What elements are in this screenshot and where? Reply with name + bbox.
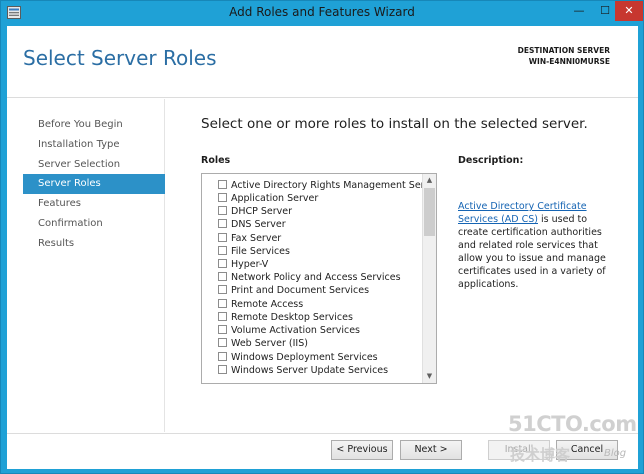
scroll-down-arrow-icon[interactable]: ▼ [423, 370, 436, 383]
nav-item-installation-type[interactable]: Installation Type [23, 135, 165, 155]
role-item-dhcp-server[interactable]: DHCP Server [218, 205, 422, 218]
previous-button[interactable]: < Previous [331, 440, 393, 460]
nav-item-confirmation[interactable]: Confirmation [23, 214, 165, 234]
close-button[interactable]: ✕ [615, 1, 643, 21]
role-checkbox[interactable] [218, 365, 227, 374]
role-checkbox[interactable] [218, 193, 227, 202]
destination-server-value: WIN-E4NNI0MURSE [528, 57, 610, 66]
role-checkbox[interactable] [218, 206, 227, 215]
role-item-web-server-iis[interactable]: Web Server (IIS) [218, 337, 422, 350]
roles-list-items: Active Directory Rights Management Servi… [202, 174, 422, 383]
nav-item-server-selection[interactable]: Server Selection [23, 155, 165, 175]
role-item-application-server[interactable]: Application Server [218, 192, 422, 205]
nav-item-features[interactable]: Features [23, 194, 165, 214]
wizard-footer: < Previous Next > Install Cancel [7, 433, 638, 469]
role-item-fax-server[interactable]: Fax Server [218, 232, 422, 245]
role-label: File Services [231, 246, 290, 257]
role-checkbox[interactable] [218, 246, 227, 255]
nav-item-before-you-begin[interactable]: Before You Begin [23, 115, 165, 135]
role-checkbox[interactable] [218, 352, 227, 361]
page-title: Select Server Roles [23, 46, 217, 70]
role-checkbox[interactable] [218, 272, 227, 281]
role-label: DHCP Server [231, 206, 292, 217]
role-label: Windows Server Update Services [231, 365, 389, 376]
role-label: Web Server (IIS) [231, 338, 308, 349]
role-checkbox[interactable] [218, 180, 227, 189]
role-item-dns-server[interactable]: DNS Server [218, 218, 422, 231]
window-title: Add Roles and Features Wizard [229, 5, 415, 19]
role-checkbox[interactable] [218, 299, 227, 308]
nav-item-server-roles[interactable]: Server Roles [23, 174, 165, 194]
role-label: Application Server [231, 193, 319, 204]
next-button[interactable]: Next > [400, 440, 462, 460]
role-label: Print and Document Services [231, 285, 370, 296]
role-checkbox[interactable] [218, 219, 227, 228]
role-item-volume-activation[interactable]: Volume Activation Services [218, 324, 422, 337]
title-bar[interactable]: Add Roles and Features Wizard — ☐ ✕ [1, 1, 643, 25]
role-item-remote-desktop[interactable]: Remote Desktop Services [218, 311, 422, 324]
wizard-client-area: Select Server Roles DESTINATION SERVER W… [7, 26, 638, 469]
role-label: Remote Access [231, 299, 304, 310]
instruction-heading: Select one or more roles to install on t… [201, 116, 588, 132]
role-label: Windows Deployment Services [231, 352, 378, 363]
wizard-window: Add Roles and Features Wizard — ☐ ✕ Sele… [0, 0, 644, 474]
role-label: Hyper-V [231, 259, 269, 270]
role-label: Fax Server [231, 233, 282, 244]
role-label: DNS Server [231, 219, 286, 230]
role-item-print-document[interactable]: Print and Document Services [218, 284, 422, 297]
role-checkbox[interactable] [218, 312, 227, 321]
roles-list-scrollbar[interactable]: ▲ ▼ [422, 174, 436, 383]
minimize-button[interactable]: — [566, 1, 592, 21]
cancel-button[interactable]: Cancel [556, 440, 618, 460]
scroll-up-arrow-icon[interactable]: ▲ [423, 174, 436, 187]
role-checkbox[interactable] [218, 338, 227, 347]
role-item-wsus[interactable]: Windows Server Update Services [218, 364, 422, 377]
role-item-hyper-v[interactable]: Hyper-V [218, 258, 422, 271]
role-checkbox[interactable] [218, 285, 227, 294]
description-label: Description: [458, 155, 524, 166]
role-description-body: is used to create certification authorit… [458, 214, 606, 290]
wizard-step-nav: Before You Begin Installation Type Serve… [7, 99, 165, 432]
role-label: Remote Desktop Services [231, 312, 353, 323]
role-label: Network Policy and Access Services [231, 272, 401, 283]
nav-item-results[interactable]: Results [23, 234, 165, 254]
role-item-windows-deployment[interactable]: Windows Deployment Services [218, 351, 422, 364]
scrollbar-thumb[interactable] [424, 188, 435, 236]
role-item-remote-access[interactable]: Remote Access [218, 298, 422, 311]
role-item-ad-rights-management[interactable]: Active Directory Rights Management Servi… [218, 179, 422, 192]
role-item-file-services[interactable]: File Services [218, 245, 422, 258]
roles-list[interactable]: Active Directory Rights Management Servi… [201, 173, 437, 384]
install-button[interactable]: Install [488, 440, 550, 460]
role-label: Active Directory Rights Management Servi… [231, 180, 422, 191]
role-item-network-policy[interactable]: Network Policy and Access Services [218, 271, 422, 284]
role-label: Volume Activation Services [231, 325, 360, 336]
role-checkbox[interactable] [218, 233, 227, 242]
main-content: Select one or more roles to install on t… [166, 99, 638, 432]
role-description: Active Directory Certificate Services (A… [458, 200, 608, 291]
roles-label: Roles [201, 155, 231, 166]
destination-server-label: DESTINATION SERVER [517, 46, 610, 55]
role-checkbox[interactable] [218, 259, 227, 268]
role-checkbox[interactable] [218, 325, 227, 334]
wizard-header: Select Server Roles DESTINATION SERVER W… [7, 26, 638, 98]
